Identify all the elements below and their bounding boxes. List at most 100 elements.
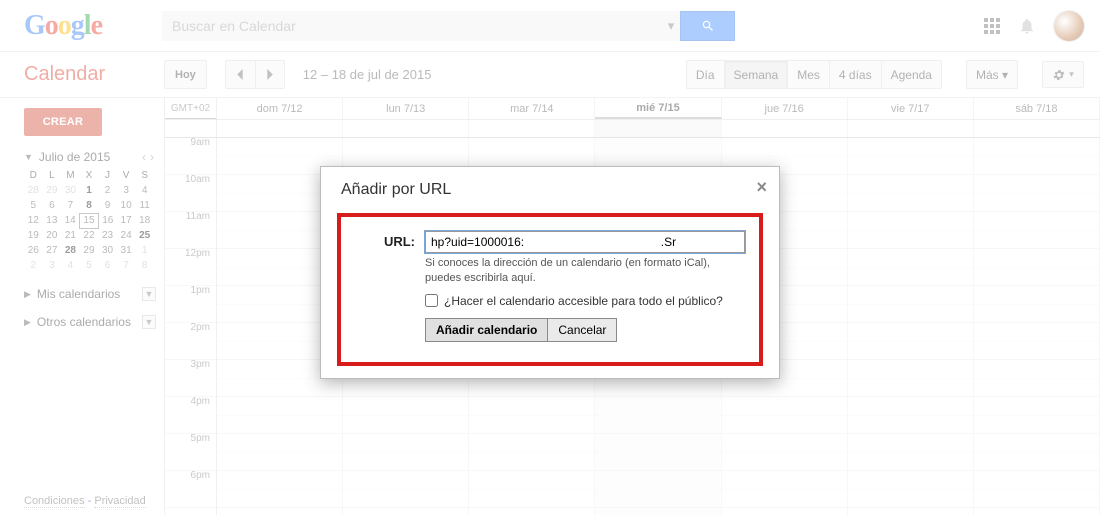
mini-cal-day[interactable]: 29 (43, 183, 62, 198)
mini-cal-day[interactable]: 7 (61, 198, 80, 213)
day-header[interactable]: dom 7/12 (217, 98, 343, 119)
search-button[interactable] (680, 11, 735, 41)
mini-cal-day[interactable]: 19 (24, 228, 43, 243)
mini-cal-day[interactable]: 3 (43, 258, 62, 273)
collapse-triangle-icon[interactable]: ▼ (24, 152, 33, 162)
mini-cal-day[interactable]: 8 (80, 198, 99, 213)
make-public-checkbox[interactable] (425, 294, 438, 307)
view-switcher: Día Semana Mes 4 días Agenda Más ▾ ▾ (686, 60, 1084, 89)
mini-cal-day[interactable]: 11 (135, 198, 154, 213)
mini-cal-day[interactable]: 9 (98, 198, 117, 213)
mini-cal-day[interactable]: 4 (61, 258, 80, 273)
next-week-button[interactable] (255, 61, 284, 88)
mini-cal-day[interactable]: 27 (43, 243, 62, 258)
footer-links: Condiciones - Privacidad (24, 495, 146, 507)
mini-cal-next-icon[interactable]: › (148, 150, 156, 164)
cancel-button[interactable]: Cancelar (547, 318, 617, 342)
prev-week-button[interactable] (226, 61, 255, 88)
today-button-group: Hoy (164, 60, 207, 89)
terms-link[interactable]: Condiciones (24, 495, 85, 508)
dialog-close-button[interactable]: × (756, 177, 767, 198)
mini-cal-day[interactable]: 8 (135, 258, 154, 273)
settings-button[interactable]: ▾ (1042, 61, 1084, 88)
mini-cal-day[interactable]: 18 (135, 213, 154, 228)
create-event-button[interactable]: CREAR (24, 108, 102, 136)
view-month-button[interactable]: Mes (787, 61, 829, 88)
search-input[interactable] (162, 11, 662, 41)
mini-cal-day[interactable]: 1 (135, 243, 154, 258)
apps-grid-icon[interactable] (984, 18, 1000, 34)
user-avatar[interactable] (1054, 11, 1084, 41)
mini-cal-day[interactable]: 24 (117, 228, 136, 243)
today-button[interactable]: Hoy (165, 61, 206, 88)
add-by-url-dialog: × Añadir por URL URL: Si conoces la dire… (320, 166, 780, 379)
mini-cal-day[interactable]: 13 (43, 213, 62, 228)
mini-cal-prev-icon[interactable]: ‹ (140, 150, 148, 164)
mini-cal-day[interactable]: 3 (117, 183, 136, 198)
view-day-button[interactable]: Día (687, 61, 724, 88)
day-header[interactable]: jue 7/16 (722, 98, 848, 119)
mini-cal-day[interactable]: 30 (61, 183, 80, 198)
google-logo[interactable]: Google (24, 10, 162, 42)
mini-cal-day[interactable]: 5 (80, 258, 99, 273)
mini-cal-day[interactable]: 25 (135, 228, 154, 243)
my-calendars-section[interactable]: ▶ Mis calendarios ▼ (24, 287, 156, 301)
mini-cal-day[interactable]: 6 (43, 198, 62, 213)
day-header[interactable]: mié 7/15 (595, 98, 721, 119)
mini-cal-day[interactable]: 2 (98, 183, 117, 198)
mini-cal-day[interactable]: 28 (61, 243, 80, 258)
url-input[interactable] (425, 231, 745, 253)
mini-cal-day[interactable]: 15 (80, 213, 99, 228)
day-column[interactable] (974, 138, 1100, 515)
mini-cal-day[interactable]: 10 (117, 198, 136, 213)
my-calendars-dropdown-icon[interactable]: ▼ (142, 287, 156, 301)
view-agenda-button[interactable]: Agenda (881, 61, 941, 88)
day-column[interactable] (848, 138, 974, 515)
mini-cal-day[interactable]: 16 (98, 213, 117, 228)
mini-cal-day[interactable]: 20 (43, 228, 62, 243)
mini-cal-day[interactable]: 29 (80, 243, 99, 258)
view-more-button[interactable]: Más ▾ (967, 61, 1017, 88)
mini-cal-day[interactable]: 17 (117, 213, 136, 228)
mini-cal-day[interactable]: 28 (24, 183, 43, 198)
day-header[interactable]: vie 7/17 (848, 98, 974, 119)
mini-cal-day[interactable]: 23 (98, 228, 117, 243)
view-4days-button[interactable]: 4 días (829, 61, 881, 88)
allday-cell[interactable] (974, 120, 1100, 137)
mini-cal-day[interactable]: 2 (24, 258, 43, 273)
top-bar: Google ▾ (0, 0, 1100, 52)
mini-cal-day[interactable]: 6 (98, 258, 117, 273)
other-calendars-dropdown-icon[interactable]: ▼ (142, 315, 156, 329)
mini-cal-day[interactable]: 31 (117, 243, 136, 258)
search-dropdown-icon[interactable]: ▾ (662, 12, 680, 40)
allday-cell[interactable] (595, 120, 721, 137)
day-header[interactable]: mar 7/14 (469, 98, 595, 119)
allday-cell[interactable] (217, 120, 343, 137)
mini-cal-day[interactable]: 21 (61, 228, 80, 243)
mini-calendar[interactable]: DLMXJVS 28293012345678910111213141516171… (24, 168, 154, 273)
mini-cal-day[interactable]: 7 (117, 258, 136, 273)
notifications-icon[interactable] (1018, 17, 1036, 35)
allday-cell[interactable] (343, 120, 469, 137)
mini-cal-day[interactable]: 14 (61, 213, 80, 228)
allday-cell[interactable] (469, 120, 595, 137)
mini-cal-day[interactable]: 4 (135, 183, 154, 198)
mini-cal-day[interactable]: 5 (24, 198, 43, 213)
view-week-button[interactable]: Semana (724, 61, 788, 88)
add-calendar-button[interactable]: Añadir calendario (425, 318, 547, 342)
mini-cal-day[interactable]: 12 (24, 213, 43, 228)
mini-cal-day[interactable]: 26 (24, 243, 43, 258)
other-calendars-section[interactable]: ▶ Otros calendarios ▼ (24, 315, 156, 329)
mini-cal-day[interactable]: 30 (98, 243, 117, 258)
allday-cell[interactable] (848, 120, 974, 137)
mini-calendar-month: Julio de 2015 (39, 150, 110, 164)
day-header[interactable]: lun 7/13 (343, 98, 469, 119)
time-label: 12pm (185, 248, 210, 259)
mini-cal-day[interactable]: 1 (80, 183, 99, 198)
search-icon (701, 19, 715, 33)
privacy-link[interactable]: Privacidad (94, 495, 145, 508)
mini-cal-day[interactable]: 22 (80, 228, 99, 243)
day-header[interactable]: sáb 7/18 (974, 98, 1100, 119)
app-title[interactable]: Calendar (24, 63, 164, 86)
allday-cell[interactable] (722, 120, 848, 137)
